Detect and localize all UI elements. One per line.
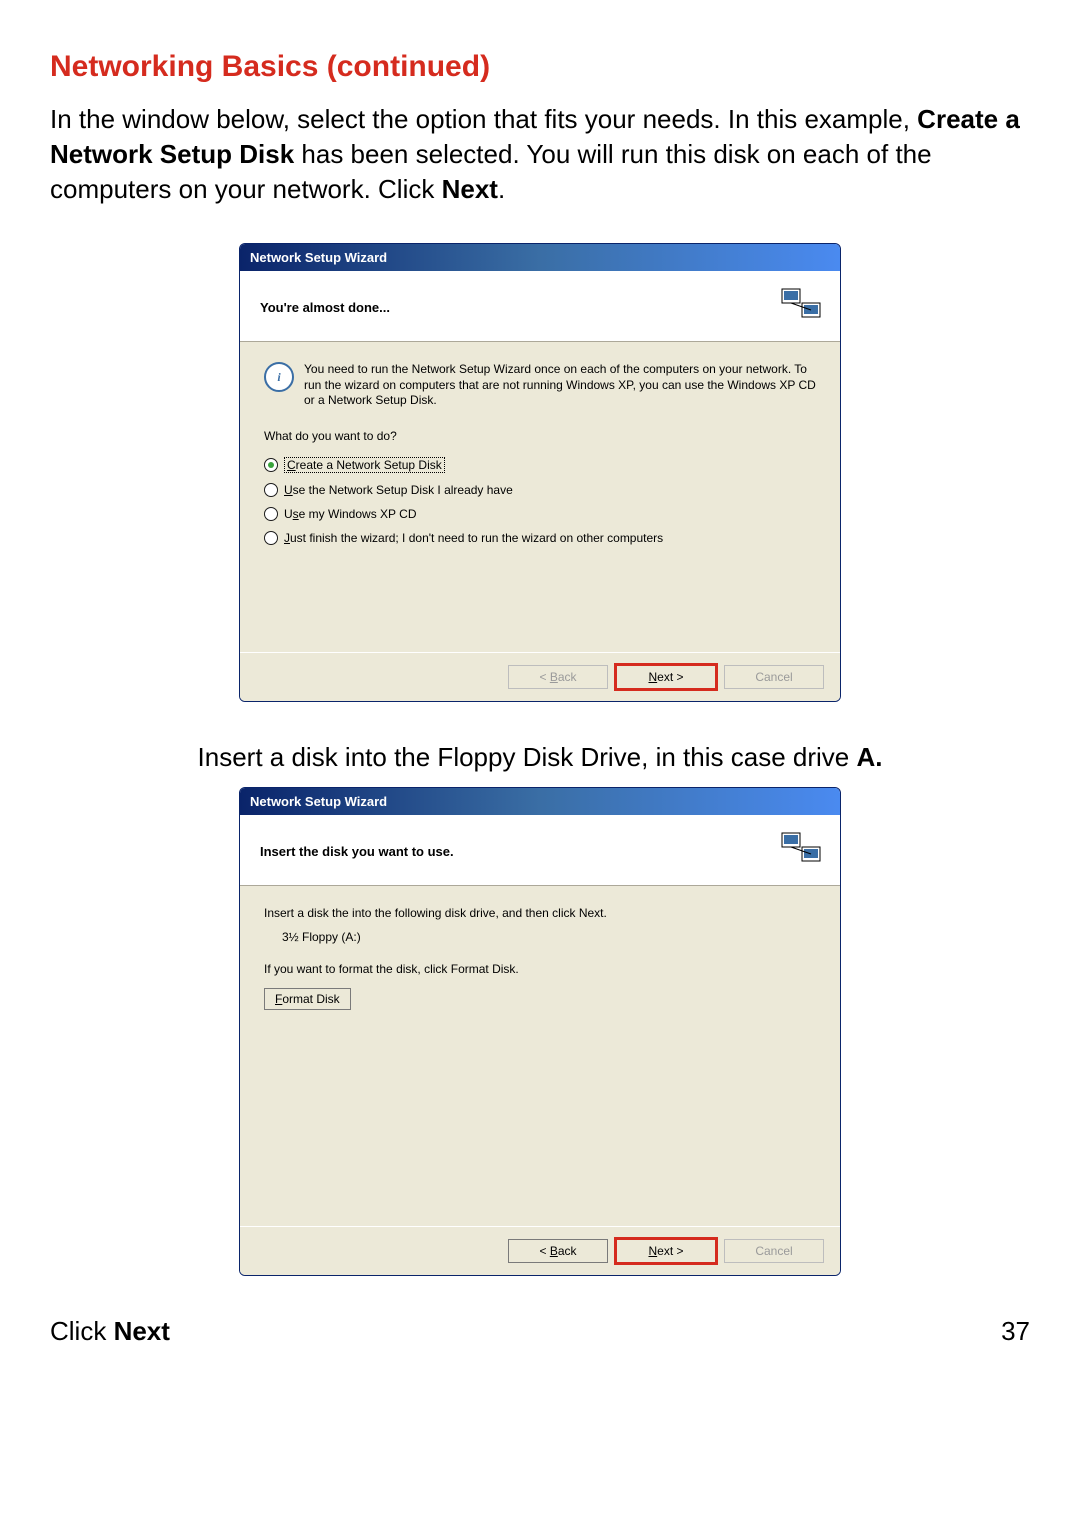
network-computers-icon <box>780 829 824 873</box>
drive-name: 3½ Floppy (A:) <box>264 930 816 944</box>
wizard-footer: < Back Next > Cancel <box>240 652 840 701</box>
radio-group: Create a Network Setup Disk Use the Netw… <box>264 457 816 545</box>
back-button[interactable]: < Back <box>508 1239 608 1263</box>
titlebar: Network Setup Wizard <box>240 244 840 271</box>
intro-paragraph: In the window below, select the option t… <box>50 102 1030 207</box>
radio-create-disk[interactable]: Create a Network Setup Disk <box>264 457 816 473</box>
cancel-button[interactable]: Cancel <box>724 1239 824 1263</box>
mid-bold: A. <box>856 742 882 772</box>
wizard-header: Insert the disk you want to use. <box>240 815 840 886</box>
info-text: You need to run the Network Setup Wizard… <box>304 362 816 409</box>
wizard-window-1: Network Setup Wizard You're almost done.… <box>239 243 841 702</box>
intro-pre: In the window below, select the option t… <box>50 104 917 134</box>
mid-pre: Insert a disk into the Floppy Disk Drive… <box>198 742 857 772</box>
radio-label: Just finish the wizard; I don't need to … <box>284 531 663 545</box>
click-next-label: Click Next <box>50 1316 170 1347</box>
radio-label: Create a Network Setup Disk <box>284 457 445 473</box>
next-button[interactable]: Next > <box>616 1239 716 1263</box>
wizard-header-text: Insert the disk you want to use. <box>260 844 454 859</box>
radio-label: Use the Network Setup Disk I already hav… <box>284 483 513 497</box>
info-row: i You need to run the Network Setup Wiza… <box>264 362 816 409</box>
format-disk-button[interactable]: Format Disk <box>264 988 351 1010</box>
radio-icon <box>264 531 278 545</box>
radio-label: Use my Windows XP CD <box>284 507 416 521</box>
intro-end: . <box>498 174 505 204</box>
wizard-body: Insert a disk the into the following dis… <box>240 886 840 1226</box>
instruction-line-1: Insert a disk the into the following dis… <box>264 906 816 920</box>
wizard-footer: < Back Next > Cancel <box>240 1226 840 1275</box>
radio-just-finish[interactable]: Just finish the wizard; I don't need to … <box>264 531 816 545</box>
network-computers-icon <box>780 285 824 329</box>
wizard-header: You're almost done... <box>240 271 840 342</box>
radio-use-xp-cd[interactable]: Use my Windows XP CD <box>264 507 816 521</box>
titlebar: Network Setup Wizard <box>240 788 840 815</box>
question-label: What do you want to do? <box>264 429 816 443</box>
instruction-line-2: If you want to format the disk, click Fo… <box>264 962 816 976</box>
radio-icon <box>264 507 278 521</box>
wizard-header-text: You're almost done... <box>260 300 390 315</box>
wizard-window-2: Network Setup Wizard Insert the disk you… <box>239 787 841 1276</box>
radio-icon <box>264 483 278 497</box>
section-heading: Networking Basics (continued) <box>50 50 1030 84</box>
page-number: 37 <box>1001 1316 1030 1347</box>
radio-use-existing-disk[interactable]: Use the Network Setup Disk I already hav… <box>264 483 816 497</box>
next-button[interactable]: Next > <box>616 665 716 689</box>
radio-icon <box>264 458 278 472</box>
mid-instruction: Insert a disk into the Floppy Disk Drive… <box>50 742 1030 773</box>
cancel-button[interactable]: Cancel <box>724 665 824 689</box>
intro-next: Next <box>442 174 498 204</box>
wizard-body: i You need to run the Network Setup Wiza… <box>240 342 840 652</box>
back-button[interactable]: < Back <box>508 665 608 689</box>
info-icon: i <box>264 362 294 392</box>
